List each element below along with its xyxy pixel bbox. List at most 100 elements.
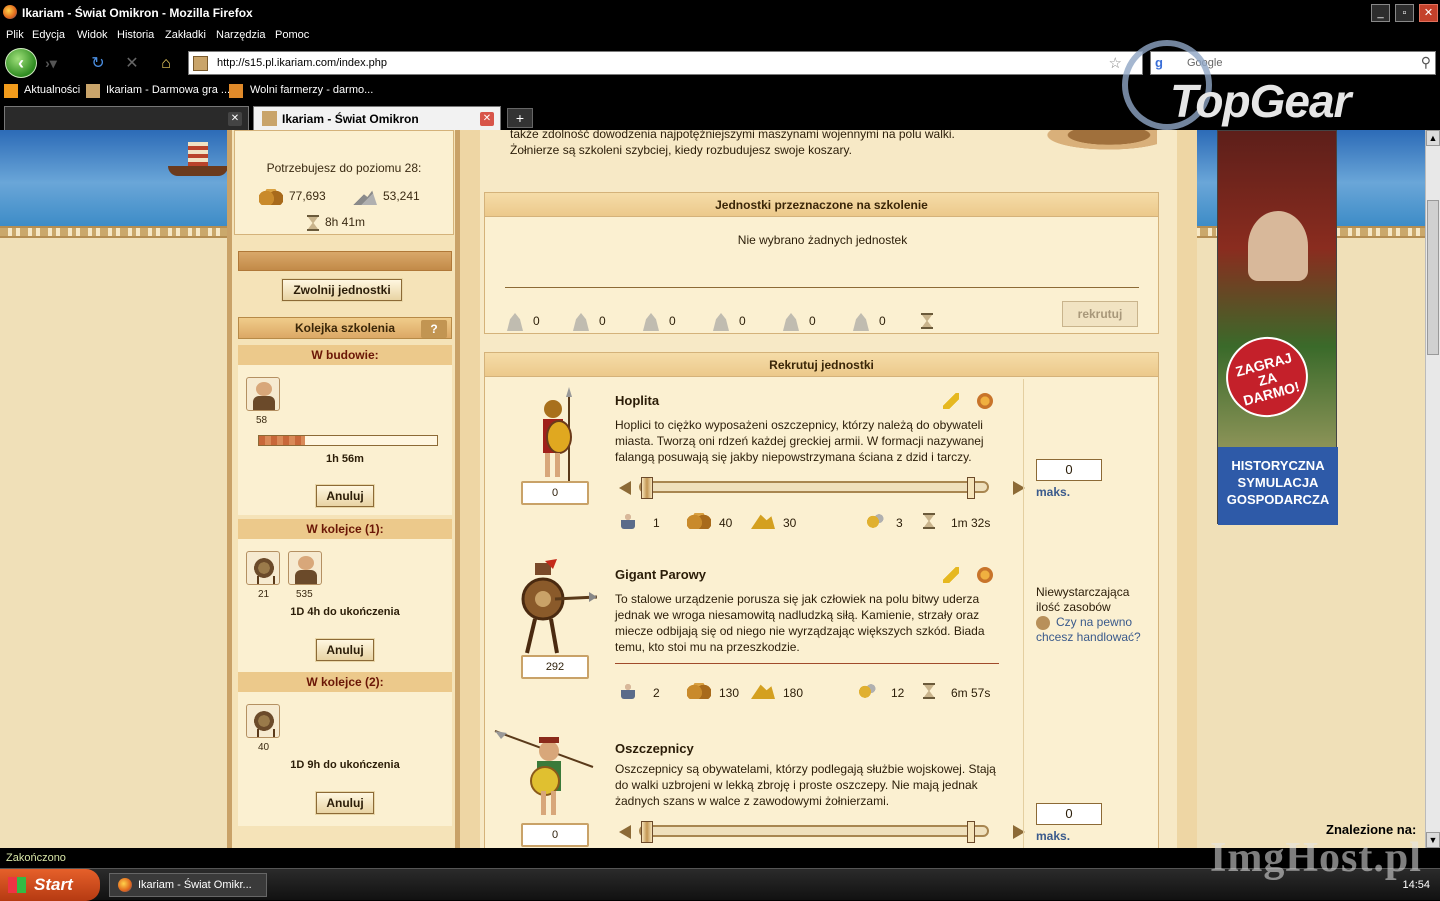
new-tab-button[interactable]: + xyxy=(507,108,533,128)
queue2-header: W kolejce (2): xyxy=(238,672,452,692)
hoplite-icon xyxy=(507,313,523,331)
barracks-main: także zdolność dowodzenia najpotężniejsz… xyxy=(460,130,1197,848)
build-time: 6m 57s xyxy=(951,686,991,700)
menu-pomoc[interactable]: Pomoc xyxy=(275,29,309,41)
menu-edycja[interactable]: Edycja xyxy=(32,29,65,41)
pop-cost: 2 xyxy=(653,686,660,700)
wood-icon xyxy=(687,683,711,699)
progress-fill xyxy=(259,436,306,445)
slider-track[interactable] xyxy=(639,825,989,837)
hourglass-icon xyxy=(923,513,935,529)
max-link[interactable]: maks. xyxy=(1036,829,1070,843)
scroll-thumb[interactable] xyxy=(1427,200,1439,355)
help-book-icon[interactable]: ? xyxy=(421,320,447,338)
scroll-up-arrow[interactable]: ▲ xyxy=(1426,130,1440,146)
menu-widok[interactable]: Widok xyxy=(77,29,108,41)
close-button[interactable]: ✕ xyxy=(1419,4,1438,22)
site-favicon xyxy=(193,56,208,71)
stop-icon[interactable]: ✕ xyxy=(122,54,142,74)
total-slinger: 0 xyxy=(781,313,816,331)
quantity-slider[interactable] xyxy=(619,821,1025,843)
cancel-button[interactable]: Anuluj xyxy=(315,638,375,662)
url-text[interactable]: http://s15.pl.ikariam.com/index.php xyxy=(217,57,387,69)
firefox-icon xyxy=(118,878,132,892)
wood-cost: 130 xyxy=(719,686,740,700)
close-tab-icon[interactable]: ✕ xyxy=(480,112,494,126)
slider-track[interactable] xyxy=(639,481,989,493)
slider-left-arrow[interactable] xyxy=(619,825,631,839)
upkeep-cost: 3 xyxy=(896,516,903,530)
slider-knob[interactable] xyxy=(641,821,653,843)
tab-1[interactable]: ✕ xyxy=(4,106,249,130)
bookmark-aktualnosci[interactable]: Aktualności xyxy=(24,84,80,96)
owned-count: 292 xyxy=(521,655,589,679)
spearman-image xyxy=(494,730,594,815)
maximize-button[interactable]: ▫ xyxy=(1395,4,1414,22)
upgrade-pencil-icon[interactable] xyxy=(943,393,959,409)
sulfur-cost: 30 xyxy=(783,516,797,530)
address-bar[interactable]: http://s15.pl.ikariam.com/index.php ☆ xyxy=(188,51,1143,75)
window-title: Ikariam - Świat Omikron - Mozilla Firefo… xyxy=(22,6,253,20)
queue1-count: 21 xyxy=(258,589,270,600)
quantity-input[interactable]: 0 xyxy=(1036,803,1102,825)
quantity-input[interactable]: 0 xyxy=(1036,459,1102,481)
trade-link[interactable]: Czy na pewno chcesz handlować? xyxy=(1036,615,1141,644)
unit-costs: 1 40 30 3 1m 32s xyxy=(619,513,1019,533)
windows-flag-icon xyxy=(8,877,26,893)
wood-cost: 40 xyxy=(719,516,733,530)
unit-row-spearman: 0 Oszczepnicy Oszczepnicy są obywatelami… xyxy=(485,727,1160,848)
forward-button[interactable]: ›▾ xyxy=(40,55,62,73)
ikariam-tab-favicon xyxy=(262,111,277,126)
back-button[interactable]: ‹ xyxy=(5,48,37,78)
unit-order-column: Niewystarczająca ilość zasobów Czy na pe… xyxy=(1023,553,1160,728)
left-sidebar: Potrzebujesz do poziomu 28: 77,693 53,24… xyxy=(227,130,460,848)
cancel-button[interactable]: Anuluj xyxy=(315,484,375,508)
slider-knob[interactable] xyxy=(641,477,653,499)
hourglass-icon xyxy=(307,215,319,231)
info-coin-icon[interactable] xyxy=(977,567,993,583)
info-coin-icon[interactable] xyxy=(977,393,993,409)
farm-favicon xyxy=(229,84,243,98)
ad-badge[interactable]: ZAGRAJ ZA DARMO! xyxy=(1217,327,1317,427)
taskbar-firefox-item[interactable]: Ikariam - Świat Omikr... xyxy=(109,873,267,897)
unit-order-column: 0 maks. xyxy=(1023,727,1160,848)
progress-bar xyxy=(258,435,438,446)
sulfur-cost: 180 xyxy=(783,686,804,700)
max-link[interactable]: maks. xyxy=(1036,485,1070,499)
advertisement-banner[interactable]: ZAGRAJ ZA DARMO! HISTORYCZNA SYMULACJA G… xyxy=(1217,130,1338,525)
menu-plik[interactable]: Plik xyxy=(6,29,24,41)
swordsman-icon xyxy=(713,313,729,331)
hoplite-icon xyxy=(288,551,322,585)
wood-cost: 77,693 xyxy=(259,189,326,205)
start-button[interactable]: Start xyxy=(0,869,100,901)
menu-zakladki[interactable]: Zakładki xyxy=(165,29,206,41)
reload-icon[interactable]: ↻ xyxy=(88,54,108,74)
upgrade-pencil-icon[interactable] xyxy=(943,567,959,583)
menu-historia[interactable]: Historia xyxy=(117,29,154,41)
theme-brand: TopGear xyxy=(1170,75,1351,127)
total-time xyxy=(921,313,939,329)
total-steam-giant: 0 xyxy=(571,313,606,331)
sulfur-icon xyxy=(751,684,775,699)
scroll-down-arrow[interactable]: ▼ xyxy=(1426,832,1440,848)
tab-ikariam[interactable]: Ikariam - Świat Omikron ✕ xyxy=(253,106,501,130)
close-tab-icon[interactable]: ✕ xyxy=(228,112,242,126)
cancel-button[interactable]: Anuluj xyxy=(315,791,375,815)
queue1-box: 21 535 1D 4h do ukończenia Anuluj xyxy=(238,539,452,673)
slider-max-marker xyxy=(967,821,975,843)
recruit-button[interactable]: rekrutuj xyxy=(1062,301,1138,327)
release-units-button[interactable]: Zwolnij jednostki xyxy=(281,278,403,302)
steam-giant-icon xyxy=(246,551,280,585)
firefox-icon xyxy=(3,5,17,19)
minimize-button[interactable]: _ xyxy=(1371,4,1390,22)
menu-narzedzia[interactable]: Narzędzia xyxy=(216,29,266,41)
slider-left-arrow[interactable] xyxy=(619,481,631,495)
home-icon[interactable]: ⌂ xyxy=(156,54,176,74)
vertical-scrollbar[interactable]: ▲ ▼ xyxy=(1425,130,1440,848)
bookmark-wolni-farmerzy[interactable]: Wolni farmerzy - darmo... xyxy=(250,84,373,96)
queue1-time: 1D 4h do ukończenia xyxy=(290,606,400,618)
bookmark-ikariam[interactable]: Ikariam - Darmowa gra ... xyxy=(106,84,230,96)
quantity-slider[interactable] xyxy=(619,477,1025,499)
steam-giant-image xyxy=(521,559,597,654)
hoplite-image xyxy=(543,387,572,481)
